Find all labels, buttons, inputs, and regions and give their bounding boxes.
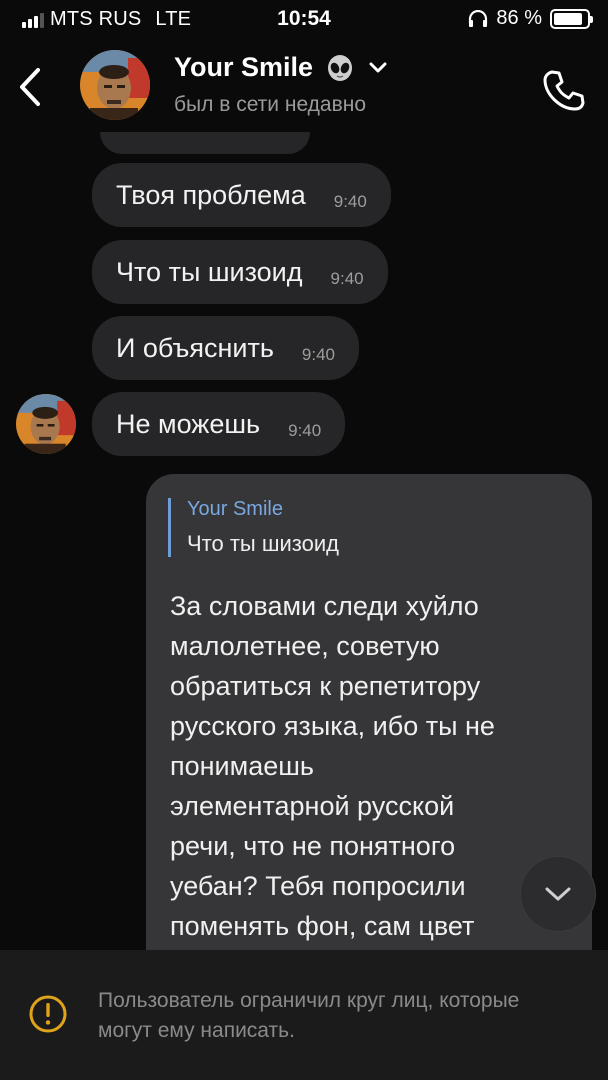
headphones-icon	[469, 9, 488, 27]
warning-circle-icon	[29, 995, 67, 1033]
message-time: 9:40	[301, 345, 336, 364]
message-line: элементарной русской	[170, 791, 455, 821]
restriction-notice: Пользователь ограничил круг лиц, которые…	[98, 989, 520, 1042]
message-text: Твоя проблема	[116, 179, 306, 210]
last-seen-status: был в сети недавно	[174, 93, 367, 116]
avatar-photo	[80, 50, 150, 120]
message-line: уебан? Тебя попросили	[170, 871, 466, 901]
outgoing-message-text: За словами следи хуйло малолетнее, совет…	[170, 586, 580, 946]
message-text: И объяснить	[116, 332, 274, 363]
sender-avatar[interactable]	[16, 394, 76, 454]
message-bubble[interactable]: И объяснить 9:40	[92, 316, 360, 380]
avatar-photo	[16, 394, 76, 454]
phone-icon[interactable]	[542, 68, 586, 112]
chevron-down-icon[interactable]	[367, 60, 389, 76]
contact-avatar[interactable]	[80, 50, 150, 120]
status-bar: MTS RUS LTE 10:54 86 %	[0, 0, 608, 40]
message-time: 9:40	[288, 421, 322, 440]
status-right: 86 %	[468, 7, 593, 30]
alien-icon	[328, 54, 353, 81]
message-bubble[interactable]: Не можешь 9:40	[92, 392, 346, 456]
message-line: За словами следи хуйло	[170, 591, 479, 621]
restriction-footer: Пользователь ограничил круг лиц, которые…	[0, 950, 608, 1080]
message-line: обратиться к репетитору	[170, 671, 481, 701]
message-line: поменять фон, сам цвет	[170, 911, 475, 941]
message-line: малолетнее, советую	[170, 631, 440, 661]
chat-header: Your Smile был в сети недавно	[0, 40, 608, 132]
message-line: русского языка, ибо ты не	[170, 711, 495, 741]
battery-icon	[550, 8, 593, 29]
message-text: Что ты шизоид	[116, 256, 303, 287]
chevron-down-icon	[545, 887, 571, 901]
message-time: 9:40	[333, 192, 367, 211]
message-bubble[interactable]: Твоя проблема 9:40	[92, 163, 391, 227]
contact-title[interactable]: Your Smile	[174, 52, 389, 83]
message-line: речи, что не понятного	[170, 831, 456, 861]
message-bubble[interactable]: Что ты шизоид 9:40	[92, 240, 388, 304]
contact-name[interactable]: Your Smile	[174, 52, 313, 83]
reply-author: Your Smile	[187, 498, 283, 520]
reply-text: Что ты шизоид	[187, 531, 339, 556]
message-text: Не можешь	[116, 408, 261, 439]
reply-quote[interactable]: Your Smile Что ты шизоид	[168, 498, 339, 557]
message-line: понимаешь	[170, 751, 314, 781]
chevron-left-icon[interactable]	[14, 64, 46, 110]
scroll-to-bottom-button[interactable]	[520, 856, 596, 932]
battery-percent: 86 %	[496, 7, 542, 29]
message-time: 9:40	[330, 269, 364, 288]
